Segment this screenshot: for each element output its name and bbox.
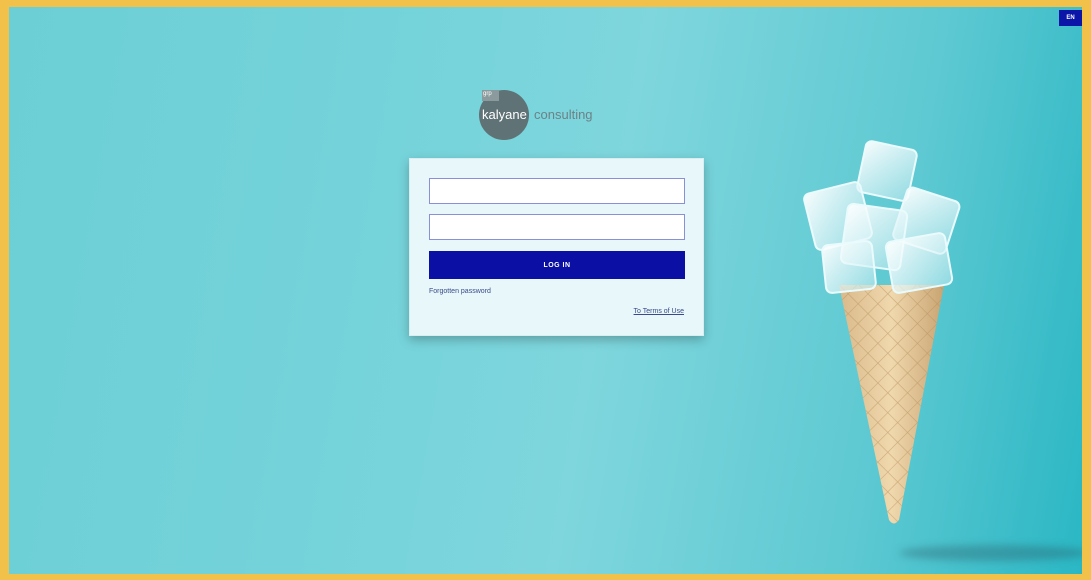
app-frame: EN grp kalyane consulting LOG IN Forgott… [0, 0, 1091, 580]
login-card: LOG IN Forgotten password To Terms of Us… [409, 158, 704, 336]
ice-cream-cone-illustration [803, 140, 961, 524]
username-input[interactable] [429, 178, 685, 204]
language-button[interactable]: EN [1059, 10, 1082, 26]
logo-tag: grp [483, 91, 492, 97]
cone-shadow [899, 545, 1082, 561]
terms-link[interactable]: To Terms of Use [634, 308, 684, 315]
password-input[interactable] [429, 214, 685, 240]
company-logo: grp kalyane consulting [479, 90, 619, 142]
logo-suffix: consulting [534, 107, 593, 122]
login-button[interactable]: LOG IN [429, 251, 685, 279]
forgot-password-link[interactable]: Forgotten password [429, 288, 491, 295]
logo-name: kalyane [482, 107, 527, 122]
